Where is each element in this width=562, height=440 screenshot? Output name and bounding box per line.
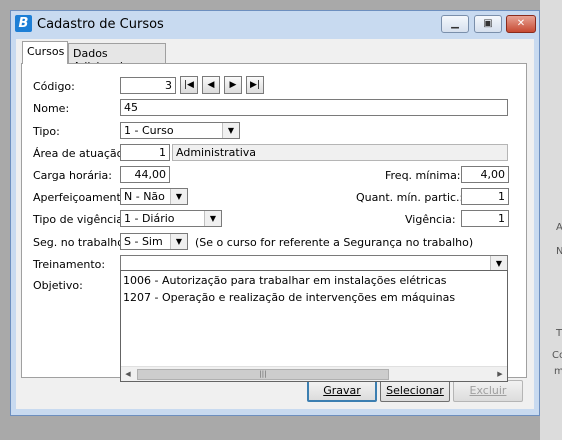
maximize-button[interactable]: ▣ bbox=[474, 15, 502, 33]
seg-trabalho-label: Seg. no trabalho: bbox=[33, 236, 128, 249]
seg-trabalho-select[interactable]: S - Sim ▼ bbox=[120, 233, 188, 250]
area-label: Área de atuação: bbox=[33, 147, 128, 160]
gravar-button[interactable]: Gravar bbox=[307, 380, 377, 402]
horizontal-scrollbar[interactable]: ◀ ||| ▶ bbox=[121, 366, 507, 381]
window-title: Cadastro de Cursos bbox=[37, 17, 164, 32]
area-description-field: Administrativa bbox=[172, 144, 508, 161]
chevron-down-icon[interactable]: ▼ bbox=[170, 234, 187, 249]
minimize-button[interactable]: ▁ bbox=[441, 15, 469, 33]
excluir-button[interactable]: Excluir bbox=[453, 380, 523, 402]
background-text: Co bbox=[552, 350, 562, 361]
list-item[interactable]: 1006 - Autorização para trabalhar em ins… bbox=[123, 274, 447, 287]
next-record-icon[interactable]: ▶ bbox=[224, 76, 242, 94]
quant-label: Quant. mín. partic.: bbox=[356, 191, 464, 204]
aperfeicoamento-label: Aperfeiçoamento: bbox=[33, 191, 132, 204]
treinamento-label: Treinamento: bbox=[33, 258, 106, 271]
chevron-down-icon[interactable]: ▼ bbox=[170, 189, 187, 204]
freq-label: Freq. mínima: bbox=[385, 169, 461, 182]
objetivo-label: Objetivo: bbox=[33, 279, 83, 292]
tipo-vigencia-select[interactable]: 1 - Diário ▼ bbox=[120, 210, 222, 227]
seg-trabalho-value: S - Sim bbox=[124, 235, 163, 248]
selecionar-button[interactable]: Selecionar bbox=[380, 380, 450, 402]
scroll-right-icon[interactable]: ▶ bbox=[493, 367, 507, 381]
tipo-vigencia-label: Tipo de vigência: bbox=[33, 213, 127, 226]
nome-label: Nome: bbox=[33, 102, 70, 115]
chevron-down-icon[interactable]: ▼ bbox=[204, 211, 221, 226]
tab-cursos[interactable]: Cursos bbox=[22, 41, 68, 64]
vigencia-label: Vigência: bbox=[405, 213, 456, 226]
background-text: N bbox=[556, 246, 562, 257]
excluir-label: Excluir bbox=[469, 384, 507, 397]
close-button[interactable]: ✕ bbox=[506, 15, 536, 33]
app-logo-icon: B bbox=[15, 15, 32, 32]
codigo-field[interactable]: 3 bbox=[120, 77, 176, 94]
quant-field[interactable]: 1 bbox=[461, 188, 509, 205]
tipo-select[interactable]: 1 - Curso ▼ bbox=[120, 122, 240, 139]
treinamento-dropdown-list[interactable]: 1006 - Autorização para trabalhar em ins… bbox=[120, 270, 508, 382]
scroll-left-icon[interactable]: ◀ bbox=[121, 367, 135, 381]
gravar-label: Gravar bbox=[323, 384, 361, 397]
aperfeicoamento-select[interactable]: N - Não ▼ bbox=[120, 188, 188, 205]
background-text: A bbox=[556, 222, 562, 233]
tab-dados-adicionais[interactable]: Dados Adicionais bbox=[68, 43, 166, 73]
first-record-icon[interactable]: |◀ bbox=[180, 76, 198, 94]
selecionar-label: Selecionar bbox=[386, 384, 444, 397]
freq-field[interactable]: 4,00 bbox=[461, 166, 509, 183]
tipo-label: Tipo: bbox=[33, 125, 60, 138]
codigo-label: Código: bbox=[33, 80, 75, 93]
tipo-vigencia-value: 1 - Diário bbox=[124, 212, 175, 225]
carga-field[interactable]: 44,00 bbox=[120, 166, 170, 183]
chevron-down-icon[interactable]: ▼ bbox=[222, 123, 239, 138]
aperfeicoamento-value: N - Não bbox=[124, 190, 165, 203]
scrollbar-thumb[interactable]: ||| bbox=[137, 369, 389, 380]
carga-label: Carga horária: bbox=[33, 169, 112, 182]
seg-trabalho-note: (Se o curso for referente a Segurança no… bbox=[195, 236, 474, 249]
chevron-down-icon[interactable]: ▼ bbox=[490, 256, 507, 271]
tipo-value: 1 - Curso bbox=[124, 124, 174, 137]
previous-record-icon[interactable]: ◀ bbox=[202, 76, 220, 94]
vigencia-field[interactable]: 1 bbox=[461, 210, 509, 227]
background-text: m bbox=[554, 366, 562, 377]
background-text: T bbox=[556, 328, 562, 339]
area-code-field[interactable]: 1 bbox=[120, 144, 170, 161]
last-record-icon[interactable]: ▶| bbox=[246, 76, 264, 94]
list-item[interactable]: 1207 - Operação e realização de interven… bbox=[123, 291, 455, 304]
title-bar[interactable]: B Cadastro de Cursos ▁ ▣ ✕ bbox=[11, 11, 539, 39]
nome-field[interactable]: 45 bbox=[120, 99, 508, 116]
